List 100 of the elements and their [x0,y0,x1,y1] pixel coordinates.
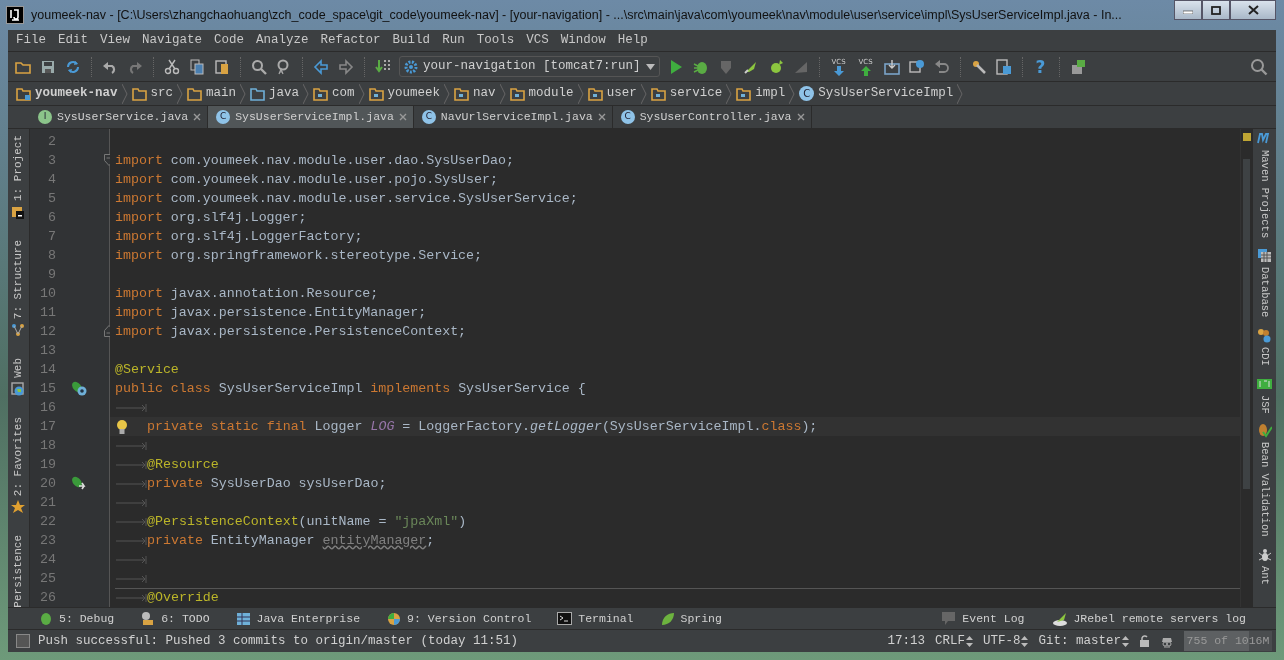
history-icon[interactable] [908,58,925,75]
up-down-arrows-icon [1021,635,1029,647]
menu-item[interactable]: Navigate [136,31,209,50]
menu-item[interactable]: Code [208,31,251,50]
menu-item[interactable]: Build [386,31,437,50]
menu-item[interactable]: Tools [470,31,521,50]
menu-item[interactable]: View [94,31,137,50]
compare-icon[interactable] [883,58,900,75]
breadcrumb-item[interactable]: service [646,82,727,105]
breadcrumb-item[interactable]: main [183,82,241,105]
menu-item[interactable]: VCS [520,31,555,50]
breadcrumb-item[interactable]: src [127,82,178,105]
package-folder-icon [587,85,603,102]
scissors-icon[interactable] [164,58,180,75]
code-line: import com.youmeek.nav.module.user.pojo.SysUser; [115,170,499,189]
code-line: import org.slf4j.Logger; [115,208,307,227]
grid-icon[interactable] [995,58,1012,75]
tool-window-tab[interactable]: Persistence [10,535,27,607]
refresh-icon[interactable] [65,58,81,75]
close-icon[interactable] [193,113,202,121]
lightbulb-icon[interactable] [115,418,129,435]
tool-window-tab[interactable]: Bean Validation [1256,423,1273,537]
chip-icon[interactable] [1069,58,1086,75]
speech-bubble-icon [941,610,958,627]
menu-item[interactable]: Window [554,31,612,50]
line-number: 7 [47,227,56,246]
folder-icon [250,85,266,102]
up-down-arrows-icon [965,635,973,647]
tool-window-tab[interactable]: Event Log [941,609,1025,628]
tool-window-tab[interactable]: JSF [1256,375,1273,414]
scrollbar-thumb[interactable] [1243,159,1250,489]
tool-window-tab[interactable]: 9: Version Control [386,609,532,628]
menu-item[interactable]: Help [611,31,654,50]
tool-window-tab[interactable]: JRebel remote servers log [1052,609,1246,628]
tool-window-tab[interactable]: Terminal [557,609,634,628]
menu-item[interactable]: Run [436,31,471,50]
line-number: 13 [39,341,56,360]
breadcrumb-item[interactable]: youmeek [364,82,445,105]
file-type-icon: C [421,110,436,124]
run-configuration-dropdown[interactable]: your-navigation [tomcat7:run] [399,56,660,77]
panel-toggle-icon[interactable] [16,634,30,648]
search-icon[interactable] [1250,57,1268,76]
caret-position[interactable]: 17:13 [887,631,925,651]
build-icon[interactable] [375,58,391,75]
help-button[interactable]: ? [1029,55,1052,78]
implements-marker-icon[interactable] [70,380,88,397]
copy-icon[interactable] [189,58,205,75]
injection-marker-icon[interactable] [70,475,88,492]
search-icon[interactable] [251,58,267,75]
revert-icon[interactable] [933,58,950,75]
tool-window-tab[interactable]: Spring [659,609,722,628]
breadcrumb-item[interactable]: com [309,82,359,105]
code-line: @PersistenceContext(unitName = "jpaXml") [147,512,467,531]
paste-icon[interactable] [214,58,230,75]
tool-window-tab[interactable]: Ant [1256,546,1273,585]
breadcrumb-item[interactable]: user [583,82,641,105]
tool-window-tab[interactable]: 2: Favorites [10,417,27,516]
menu-item[interactable]: Refactor [314,31,387,50]
breadcrumb-item[interactable]: nav [450,82,500,105]
maximize-button[interactable] [1202,0,1230,20]
close-icon[interactable] [796,113,805,121]
tool-window-tab[interactable]: Web [10,358,27,398]
table-icon [1257,248,1272,264]
breadcrumb-item[interactable]: module [505,82,578,105]
tool-window-tab[interactable]: Database [1256,248,1273,318]
back-arrow-icon[interactable] [313,58,329,75]
breadcrumb-item[interactable]: C SysUserServiceImpl [795,82,958,105]
ij-mark-icon [9,8,21,22]
menu-item[interactable]: Edit [52,31,95,50]
tool-window-tab[interactable]: 5: Debug [38,609,115,628]
chevron-separator-icon [726,83,733,104]
lock-icon[interactable] [1139,635,1150,647]
line-number: 16 [39,398,56,417]
tool-window-tab[interactable]: 1: Project [10,135,27,220]
minimize-button[interactable] [1174,0,1202,20]
tool-window-tab[interactable]: Maven Projects [1256,131,1273,239]
menu-item[interactable]: File [10,31,52,50]
breadcrumb-item[interactable]: java [246,82,304,105]
forward-arrow-icon[interactable] [338,58,354,75]
breadcrumb-item[interactable]: impl [732,82,790,105]
editor-tab[interactable]: C SysUserServiceImpl.java [208,106,414,128]
line-separator-selector[interactable]: CRLF [934,631,973,651]
git-branch-selector[interactable]: Git: master [1038,631,1129,651]
terminal-icon [557,610,574,627]
breadcrumb-item[interactable]: youmeek-nav [12,82,122,105]
line-number: 25 [39,569,56,588]
m-letter-icon [1257,131,1272,146]
tool-window-tab[interactable]: 6: TODO [140,609,210,628]
encoding-selector[interactable]: UTF-8 [982,631,1029,651]
wrench-icon[interactable] [970,58,987,75]
file-type-icon: C [216,110,231,124]
close-icon[interactable] [597,113,606,121]
code-line: private SysUserDao sysUserDao; [147,474,387,493]
close-button[interactable] [1230,0,1276,20]
tool-window-tab[interactable]: Java Enterprise [235,609,361,628]
close-icon[interactable] [398,113,407,121]
tool-window-tab[interactable]: 7: Structure [10,240,27,339]
tool-window-tab[interactable]: CDI [1256,327,1273,366]
menu-item[interactable]: Analyze [250,31,315,50]
code-line: @Override [147,589,219,607]
